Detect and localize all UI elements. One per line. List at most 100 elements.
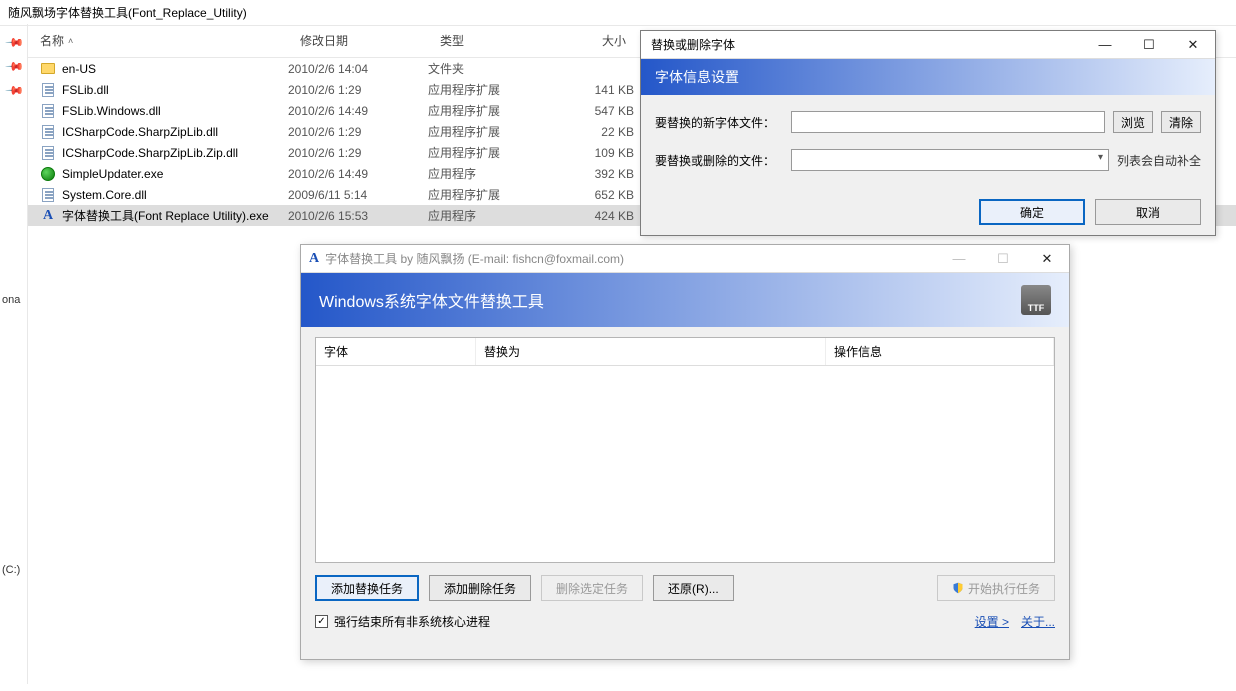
file-name-cell: en-US — [28, 61, 288, 77]
col-header-date[interactable]: 修改日期 — [288, 24, 428, 57]
file-size: 547 KB — [558, 104, 638, 118]
window-controls: — ☐ ✕ — [1083, 31, 1215, 59]
dialog2-title-left: A 字体替换工具 by 随风飘扬 (E-mail: fishcn@foxmail… — [309, 250, 624, 267]
dialog2-footer: ✓ 强行结束所有非系统核心进程 设置 > 关于... — [301, 601, 1069, 630]
file-date: 2010/2/6 15:53 — [288, 209, 428, 223]
new-font-label: 要替换的新字体文件： — [655, 114, 783, 131]
file-size: 424 KB — [558, 209, 638, 223]
new-font-row: 要替换的新字体文件： 浏览 清除 — [655, 111, 1201, 133]
file-name-cell: SimpleUpdater.exe — [28, 166, 288, 182]
file-name: System.Core.dll — [62, 188, 147, 202]
file-name: FSLib.dll — [62, 83, 109, 97]
file-type: 应用程序 — [428, 207, 558, 224]
maximize-button[interactable]: ☐ — [981, 245, 1025, 273]
cancel-button[interactable]: 取消 — [1095, 199, 1201, 225]
file-name: SimpleUpdater.exe — [62, 167, 163, 181]
new-font-path-input[interactable] — [791, 111, 1105, 133]
file-name-cell: ICSharpCode.SharpZipLib.Zip.dll — [28, 145, 288, 161]
file-date: 2010/2/6 1:29 — [288, 125, 428, 139]
clear-button[interactable]: 清除 — [1161, 111, 1201, 133]
file-size: 22 KB — [558, 125, 638, 139]
file-size: 392 KB — [558, 167, 638, 181]
target-font-label: 要替换或删除的文件： — [655, 152, 783, 169]
col-header-size[interactable]: 大小 — [558, 24, 638, 57]
minimize-button[interactable]: — — [937, 245, 981, 273]
file-date: 2010/2/6 14:04 — [288, 62, 428, 76]
shield-icon — [952, 582, 964, 594]
th-font[interactable]: 字体 — [316, 338, 476, 365]
explorer-title: 随风飘场字体替换工具(Font_Replace_Utility) — [0, 0, 1236, 26]
side-label: ona — [2, 294, 20, 306]
pin-icon: 📌 — [5, 56, 23, 74]
file-name: ICSharpCode.SharpZipLib.Zip.dll — [62, 146, 238, 160]
dialog1-body: 要替换的新字体文件： 浏览 清除 要替换或删除的文件： 列表会自动补全 — [641, 95, 1215, 197]
close-button[interactable]: ✕ — [1171, 31, 1215, 59]
file-type: 应用程序扩展 — [428, 123, 558, 140]
replace-delete-font-dialog: 替换或删除字体 — ☐ ✕ 字体信息设置 要替换的新字体文件： 浏览 清除 要替… — [640, 30, 1216, 236]
folder-icon — [40, 61, 56, 77]
about-link[interactable]: 关于... — [1021, 613, 1055, 630]
browse-button[interactable]: 浏览 — [1113, 111, 1153, 133]
settings-link[interactable]: 设置 > — [975, 613, 1009, 630]
window-controls: — ☐ ✕ — [937, 245, 1069, 273]
restore-button[interactable]: 还原(R)... — [653, 575, 734, 601]
file-type: 应用程序 — [428, 165, 558, 182]
file-name-cell: A 字体替换工具(Font Replace Utility).exe — [28, 207, 288, 224]
file-type: 应用程序扩展 — [428, 186, 558, 203]
col-header-type[interactable]: 类型 — [428, 24, 558, 57]
dialog1-titlebar[interactable]: 替换或删除字体 — ☐ ✕ — [641, 31, 1215, 59]
file-name: 字体替换工具(Font Replace Utility).exe — [62, 207, 269, 224]
dll-icon — [40, 187, 56, 203]
add-replace-task-button[interactable]: 添加替换任务 — [315, 575, 419, 601]
col-name-label: 名称 — [40, 32, 64, 49]
add-delete-task-button[interactable]: 添加删除任务 — [429, 575, 531, 601]
file-name: ICSharpCode.SharpZipLib.dll — [62, 125, 218, 139]
col-header-name[interactable]: 名称 ˄ — [28, 24, 288, 57]
file-date: 2010/2/6 14:49 — [288, 104, 428, 118]
th-replace-with[interactable]: 替换为 — [476, 338, 826, 365]
font-app-icon: A — [40, 208, 56, 224]
dialog2-title: 字体替换工具 by 随风飘扬 (E-mail: fishcn@foxmail.c… — [325, 250, 624, 267]
explorer-left-gutter: 📌 📌 📌 ona (C:) — [0, 24, 28, 684]
exe-icon — [40, 166, 56, 182]
file-name-cell: FSLib.Windows.dll — [28, 103, 288, 119]
sort-caret-icon: ˄ — [68, 36, 73, 46]
execute-button: 开始执行任务 — [937, 575, 1055, 601]
file-size: 652 KB — [558, 188, 638, 202]
pin-icon: 📌 — [5, 32, 23, 50]
file-date: 2010/2/6 14:49 — [288, 167, 428, 181]
file-size: 141 KB — [558, 83, 638, 97]
dialog2-button-row: 添加替换任务 添加删除任务 删除选定任务 还原(R)... 开始执行任务 — [301, 563, 1069, 601]
file-date: 2010/2/6 1:29 — [288, 146, 428, 160]
dialog1-banner: 字体信息设置 — [641, 59, 1215, 95]
file-size: 109 KB — [558, 146, 638, 160]
th-op-info[interactable]: 操作信息 — [826, 338, 1054, 365]
force-kill-checkbox[interactable]: ✓ — [315, 615, 328, 628]
minimize-button[interactable]: — — [1083, 31, 1127, 59]
remove-selected-task-button: 删除选定任务 — [541, 575, 643, 601]
dll-icon — [40, 124, 56, 140]
file-name-cell: System.Core.dll — [28, 187, 288, 203]
pin-icon: 📌 — [5, 80, 23, 98]
ok-button[interactable]: 确定 — [979, 199, 1085, 225]
dialog2-banner: Windows系统字体文件替换工具 TTF — [301, 273, 1069, 327]
file-type: 应用程序扩展 — [428, 144, 558, 161]
file-name-cell: FSLib.dll — [28, 82, 288, 98]
target-font-combo[interactable] — [791, 149, 1109, 171]
dll-icon — [40, 103, 56, 119]
target-font-combo-wrap — [791, 149, 1109, 171]
file-name: FSLib.Windows.dll — [62, 104, 161, 118]
execute-label: 开始执行任务 — [968, 580, 1040, 597]
task-table[interactable]: 字体 替换为 操作信息 — [315, 337, 1055, 563]
close-button[interactable]: ✕ — [1025, 245, 1069, 273]
ttf-icon: TTF — [1021, 285, 1051, 315]
autocomplete-note: 列表会自动补全 — [1117, 152, 1201, 169]
dialog2-banner-text: Windows系统字体文件替换工具 — [319, 288, 544, 312]
dialog2-titlebar[interactable]: A 字体替换工具 by 随风飘扬 (E-mail: fishcn@foxmail… — [301, 245, 1069, 273]
file-name: en-US — [62, 62, 96, 76]
task-table-header: 字体 替换为 操作信息 — [316, 338, 1054, 366]
file-type: 应用程序扩展 — [428, 102, 558, 119]
font-replace-main-window: A 字体替换工具 by 随风飘扬 (E-mail: fishcn@foxmail… — [300, 244, 1070, 660]
file-type: 应用程序扩展 — [428, 81, 558, 98]
maximize-button[interactable]: ☐ — [1127, 31, 1171, 59]
